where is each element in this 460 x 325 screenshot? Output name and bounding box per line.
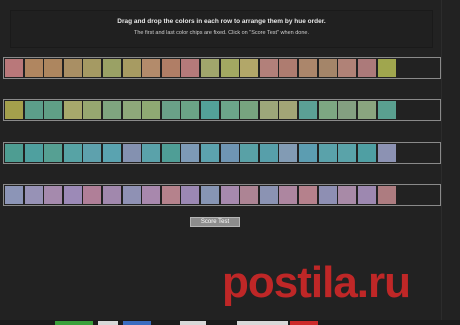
color-chip[interactable] xyxy=(357,144,376,162)
color-chip[interactable] xyxy=(142,59,161,77)
color-chip[interactable] xyxy=(240,144,259,162)
instructions-title: Drag and drop the colors in each row to … xyxy=(117,18,326,25)
color-chip[interactable] xyxy=(200,186,219,204)
color-row-2 xyxy=(3,99,441,121)
color-chip[interactable] xyxy=(24,186,43,204)
color-chip[interactable] xyxy=(259,59,278,77)
watermark-logo: postila.ru xyxy=(222,258,411,307)
color-chip[interactable] xyxy=(279,59,298,77)
color-chip[interactable] xyxy=(357,59,376,77)
color-chip[interactable] xyxy=(181,186,200,204)
instructions-subtitle: The first and last color chips are fixed… xyxy=(134,30,309,36)
color-chip[interactable] xyxy=(181,144,200,162)
color-chip[interactable] xyxy=(142,144,161,162)
color-chip[interactable] xyxy=(298,186,317,204)
color-chip[interactable] xyxy=(44,101,63,119)
fixed-color-chip xyxy=(5,186,23,204)
color-chip[interactable] xyxy=(298,144,317,162)
color-chip[interactable] xyxy=(122,144,141,162)
color-chip[interactable] xyxy=(259,186,278,204)
color-chip[interactable] xyxy=(122,186,141,204)
color-chip[interactable] xyxy=(220,144,239,162)
color-chip[interactable] xyxy=(220,186,239,204)
color-chip[interactable] xyxy=(338,101,357,119)
color-chip[interactable] xyxy=(357,101,376,119)
fixed-color-chip xyxy=(5,59,23,77)
color-row-4 xyxy=(3,184,441,206)
color-chip[interactable] xyxy=(338,59,357,77)
color-chip[interactable] xyxy=(24,144,43,162)
instructions-panel: Drag and drop the colors in each row to … xyxy=(10,10,433,48)
bottom-share-button[interactable] xyxy=(123,321,151,325)
color-chip[interactable] xyxy=(161,144,180,162)
color-chip[interactable] xyxy=(220,59,239,77)
color-chip[interactable] xyxy=(318,59,337,77)
color-chip[interactable] xyxy=(83,186,102,204)
color-chip[interactable] xyxy=(240,101,259,119)
bottom-share-button[interactable] xyxy=(98,321,118,325)
bottom-share-button[interactable] xyxy=(180,321,206,325)
color-chip[interactable] xyxy=(200,144,219,162)
color-chip[interactable] xyxy=(102,101,121,119)
color-chip[interactable] xyxy=(102,186,121,204)
color-chip[interactable] xyxy=(24,101,43,119)
color-chip[interactable] xyxy=(122,59,141,77)
color-chip[interactable] xyxy=(200,59,219,77)
color-chip[interactable] xyxy=(83,101,102,119)
color-chip[interactable] xyxy=(338,144,357,162)
fixed-color-chip xyxy=(378,101,397,119)
color-chip[interactable] xyxy=(279,144,298,162)
color-chip[interactable] xyxy=(24,59,43,77)
color-chip[interactable] xyxy=(298,59,317,77)
color-chip[interactable] xyxy=(83,144,102,162)
color-chip[interactable] xyxy=(338,186,357,204)
color-chip[interactable] xyxy=(220,101,239,119)
color-chip[interactable] xyxy=(161,59,180,77)
color-chip[interactable] xyxy=(357,186,376,204)
score-test-button[interactable]: Score Test xyxy=(190,217,240,227)
color-chip[interactable] xyxy=(318,186,337,204)
color-chip[interactable] xyxy=(161,186,180,204)
color-row-1 xyxy=(3,57,441,79)
color-chip[interactable] xyxy=(44,186,63,204)
color-chip[interactable] xyxy=(298,101,317,119)
color-chip[interactable] xyxy=(240,59,259,77)
color-chip[interactable] xyxy=(142,186,161,204)
color-chip[interactable] xyxy=(181,101,200,119)
bottom-share-button[interactable] xyxy=(262,321,288,325)
fixed-color-chip xyxy=(378,59,397,77)
color-chip[interactable] xyxy=(161,101,180,119)
bottom-share-button[interactable] xyxy=(290,321,318,325)
color-row-3 xyxy=(3,142,441,164)
color-chip[interactable] xyxy=(44,144,63,162)
color-chip[interactable] xyxy=(279,101,298,119)
color-chip[interactable] xyxy=(83,59,102,77)
fixed-color-chip xyxy=(5,144,23,162)
bottom-share-button[interactable] xyxy=(237,321,263,325)
color-chip[interactable] xyxy=(44,59,63,77)
color-chip[interactable] xyxy=(318,101,337,119)
color-chip[interactable] xyxy=(63,186,82,204)
color-chip[interactable] xyxy=(63,144,82,162)
color-chip[interactable] xyxy=(318,144,337,162)
fixed-color-chip xyxy=(5,101,23,119)
color-chip[interactable] xyxy=(259,144,278,162)
color-chip[interactable] xyxy=(259,101,278,119)
color-chip[interactable] xyxy=(279,186,298,204)
color-chip[interactable] xyxy=(122,101,141,119)
color-chip[interactable] xyxy=(63,59,82,77)
fixed-color-chip xyxy=(378,186,397,204)
color-chip[interactable] xyxy=(102,144,121,162)
color-chip[interactable] xyxy=(181,59,200,77)
color-chip[interactable] xyxy=(142,101,161,119)
panel-divider xyxy=(441,0,442,325)
color-chip[interactable] xyxy=(200,101,219,119)
color-chip[interactable] xyxy=(63,101,82,119)
fixed-color-chip xyxy=(378,144,397,162)
bottom-share-button[interactable] xyxy=(55,321,93,325)
color-chip[interactable] xyxy=(102,59,121,77)
color-chip[interactable] xyxy=(240,186,259,204)
